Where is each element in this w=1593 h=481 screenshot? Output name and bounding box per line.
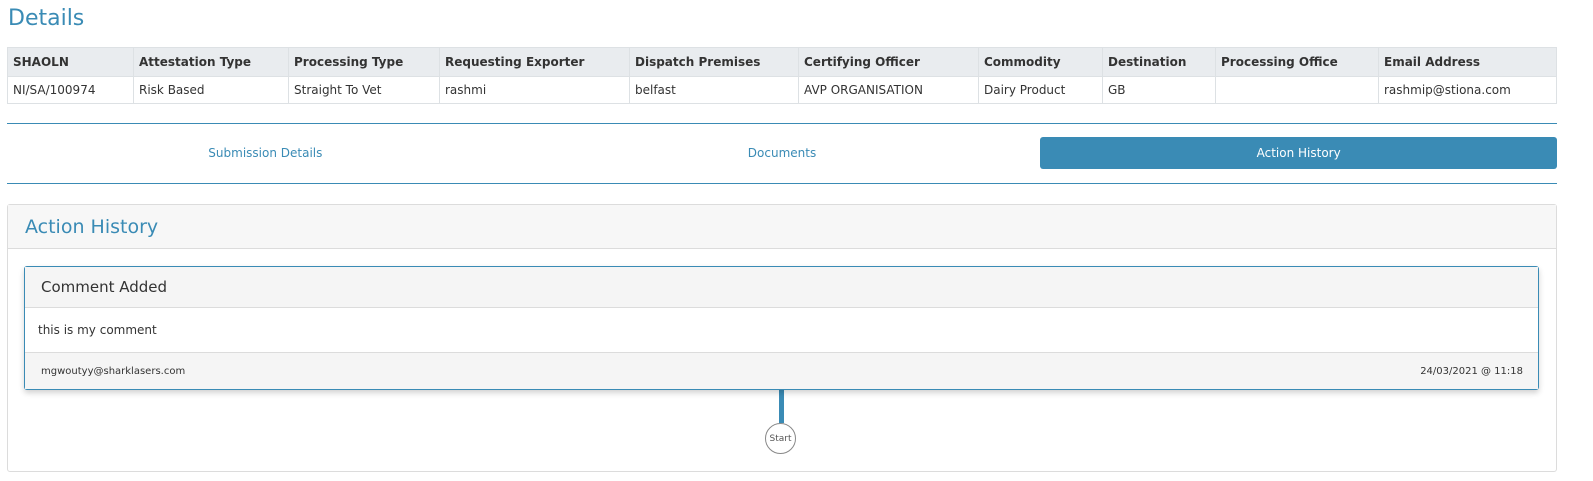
cell-commodity: Dairy Product [978, 76, 1103, 104]
timeline-start-node: Start [765, 423, 796, 454]
divider-top [7, 123, 1557, 124]
entry-author: mgwoutyy@sharklasers.com [41, 365, 186, 377]
tab-bar: Submission Details Documents Action Hist… [7, 137, 1558, 169]
header-email-address: Email Address [1378, 47, 1557, 77]
cell-requesting-exporter: rashmi [439, 76, 630, 104]
page-title: Details [8, 6, 85, 31]
header-processing-office: Processing Office [1215, 47, 1379, 77]
header-commodity: Commodity [978, 47, 1103, 77]
details-table: SHAOLN Attestation Type Processing Type … [7, 47, 1557, 104]
entry-comment: this is my comment [38, 323, 157, 337]
cell-attestation-type: Risk Based [133, 76, 289, 104]
cell-certifying-officer: AVP ORGANISATION [798, 76, 979, 104]
panel-title: Action History [8, 205, 1556, 249]
tab-submission-details[interactable]: Submission Details [7, 137, 524, 169]
header-requesting-exporter: Requesting Exporter [439, 47, 630, 77]
entry-title: Comment Added [25, 267, 1538, 308]
cell-processing-office [1215, 76, 1379, 104]
tab-documents[interactable]: Documents [524, 137, 1041, 169]
header-certifying-officer: Certifying Officer [798, 47, 979, 77]
entry-footer: mgwoutyy@sharklasers.com 24/03/2021 @ 11… [25, 352, 1538, 389]
timeline-connector [779, 387, 784, 423]
cell-destination: GB [1102, 76, 1216, 104]
header-shaoln: SHAOLN [7, 47, 134, 77]
tab-action-history[interactable]: Action History [1040, 137, 1558, 169]
cell-processing-type: Straight To Vet [288, 76, 440, 104]
cell-dispatch-premises: belfast [629, 76, 799, 104]
divider-bottom [7, 183, 1557, 184]
table-row: NI/SA/100974 Risk Based Straight To Vet … [7, 76, 1557, 104]
action-history-panel: Action History Comment Added this is my … [7, 204, 1557, 472]
header-destination: Destination [1102, 47, 1216, 77]
header-attestation-type: Attestation Type [133, 47, 289, 77]
cell-email-address: rashmip@stiona.com [1378, 76, 1557, 104]
header-dispatch-premises: Dispatch Premises [629, 47, 799, 77]
details-header-row: SHAOLN Attestation Type Processing Type … [7, 47, 1557, 77]
history-entry-card: Comment Added this is my comment mgwouty… [24, 266, 1539, 390]
cell-shaoln: NI/SA/100974 [7, 76, 134, 104]
entry-timestamp: 24/03/2021 @ 11:18 [1420, 365, 1523, 377]
header-processing-type: Processing Type [288, 47, 440, 77]
